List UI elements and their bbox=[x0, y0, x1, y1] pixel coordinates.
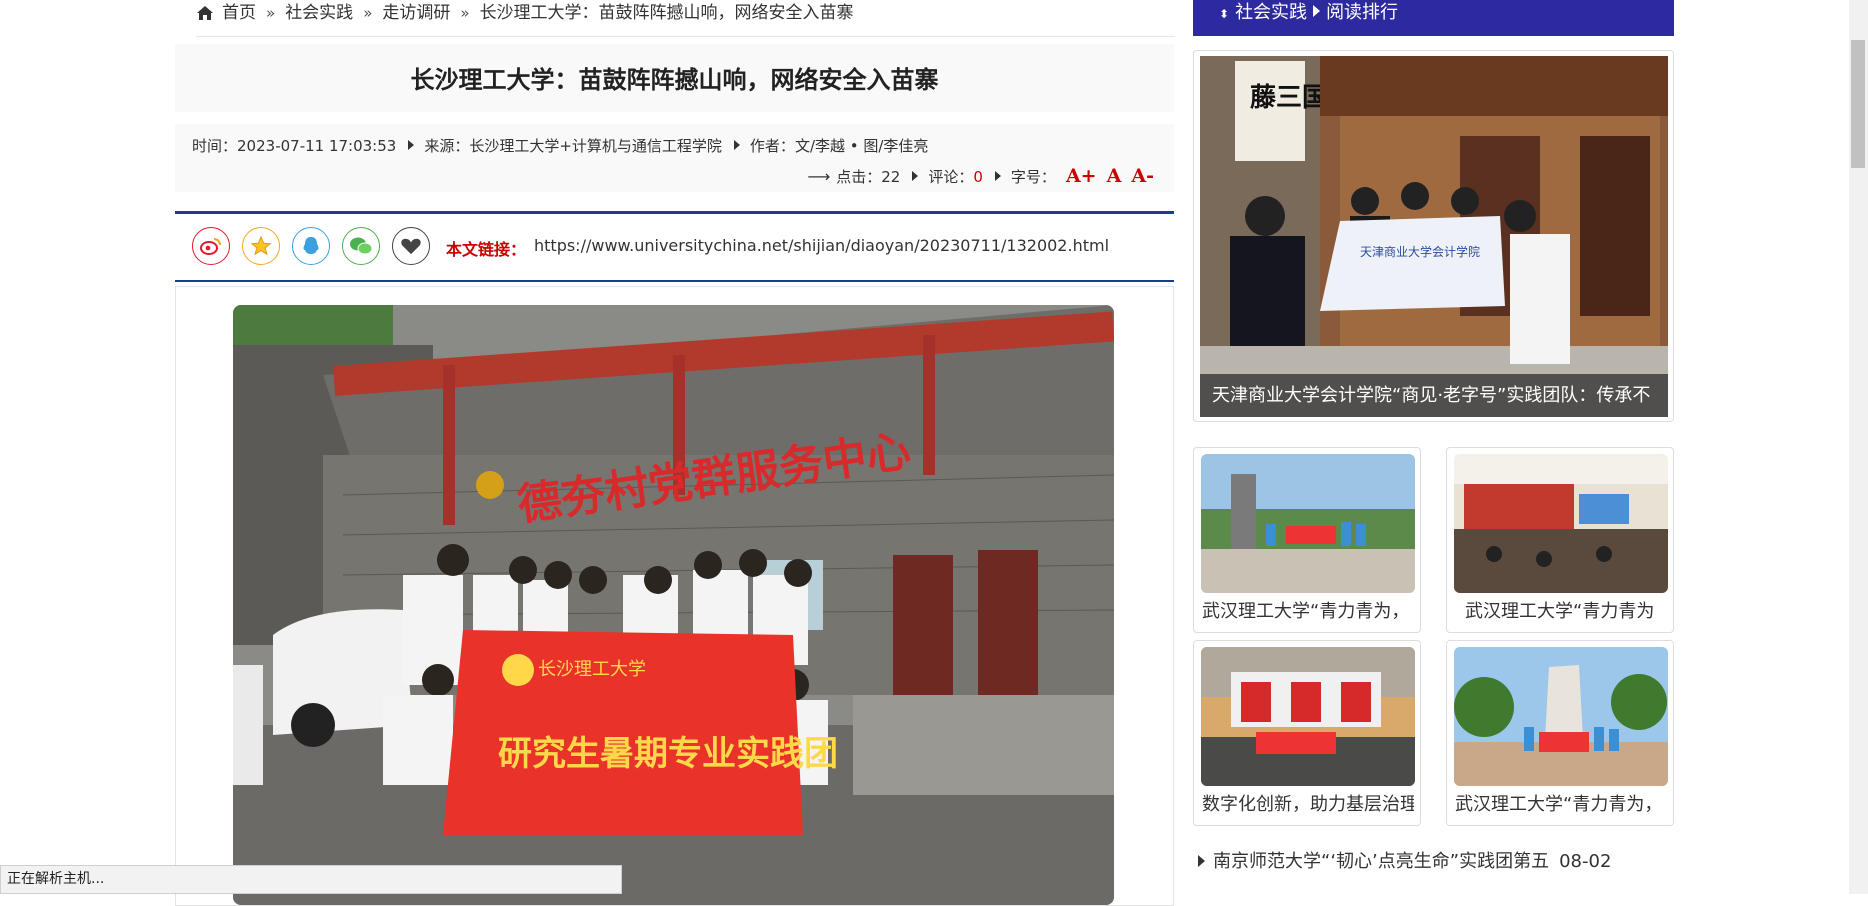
sidebar-header: ⬍ 社会实践 阅读排行 bbox=[1193, 0, 1674, 36]
source-label: 来源： bbox=[424, 137, 470, 155]
ranking-list-item[interactable]: 南京师范大学“‘韧心’点亮生命”实践团第五 08-02 bbox=[1198, 846, 1674, 878]
banner-text: 研究生暑期专业实践团 bbox=[498, 734, 838, 774]
scrollbar-thumb[interactable] bbox=[1851, 40, 1865, 168]
clicks-count: 22 bbox=[881, 168, 901, 186]
ranking-item-title[interactable]: 南京师范大学“‘韧心’点亮生命”实践团第五 bbox=[1213, 851, 1549, 872]
breadcrumb-home-link[interactable]: 首页 bbox=[222, 0, 256, 26]
news-card-thumbnail[interactable] bbox=[1201, 454, 1415, 593]
triangle-icon bbox=[994, 171, 1001, 181]
news-card-caption[interactable]: 武汉理工大学“青力青为 bbox=[1455, 594, 1677, 630]
article-link-url[interactable]: https://www.universitychina.net/shijian/… bbox=[534, 236, 1109, 255]
font-size-label: 字号： bbox=[1010, 168, 1056, 186]
clicks-label: 点击： bbox=[836, 168, 882, 186]
breadcrumb-separator: » bbox=[460, 4, 470, 22]
triangle-icon bbox=[912, 171, 919, 181]
breadcrumb-separator: » bbox=[266, 4, 276, 22]
comments-label: 评论： bbox=[928, 168, 974, 186]
qq-icon[interactable] bbox=[292, 227, 330, 265]
favorite-star-icon[interactable] bbox=[242, 227, 280, 265]
time-label: 时间： bbox=[192, 137, 238, 155]
svg-text:天津商业大学会计学院: 天津商业大学会计学院 bbox=[1360, 244, 1480, 259]
sidebar-header-ranking[interactable]: 阅读排行 bbox=[1326, 2, 1398, 23]
featured-caption[interactable]: 天津商业大学会计学院“商见·老字号”实践团队：传承不 bbox=[1200, 374, 1668, 417]
ranking-item-date: 08-02 bbox=[1559, 851, 1612, 872]
triangle-icon bbox=[1313, 5, 1321, 17]
breadcrumb-level1-link[interactable]: 社会实践 bbox=[285, 0, 353, 26]
breadcrumb: 首页 » 社会实践 » 走访调研 » 长沙理工大学：苗鼓阵阵撼山响，网络安全入苗寨 bbox=[196, 0, 1175, 37]
weibo-icon[interactable] bbox=[192, 227, 230, 265]
sidebar-header-category[interactable]: 社会实践 bbox=[1235, 2, 1307, 23]
comments-count[interactable]: 0 bbox=[973, 168, 983, 186]
share-bar: 本文链接： https://www.universitychina.net/sh… bbox=[175, 211, 1174, 282]
font-normal-button[interactable]: A bbox=[1107, 165, 1122, 187]
triangle-icon bbox=[408, 140, 415, 150]
home-icon[interactable] bbox=[196, 0, 214, 21]
news-card[interactable]: 武汉理工大学“青力青为， bbox=[1193, 447, 1421, 633]
triangle-icon bbox=[733, 140, 740, 150]
article-title: 长沙理工大学：苗鼓阵阵撼山响，网络安全入苗寨 bbox=[175, 44, 1174, 112]
browser-status-bar: 正在解析主机... bbox=[0, 865, 622, 894]
author-label: 作者： bbox=[749, 137, 795, 155]
news-card-thumbnail[interactable] bbox=[1454, 454, 1668, 593]
banner-school-text: 长沙理工大学 bbox=[538, 659, 646, 680]
publish-time: 2023-07-11 17:03:53 bbox=[237, 137, 397, 155]
triangle-icon bbox=[1198, 855, 1205, 867]
breadcrumb-separator: » bbox=[363, 4, 373, 22]
article-meta: 时间：2023-07-11 17:03:53 来源：长沙理工大学+计算机与通信工程… bbox=[175, 124, 1174, 192]
article-link-label: 本文链接： bbox=[446, 240, 527, 259]
news-card-caption[interactable]: 数字化创新，助力基层治理 bbox=[1202, 787, 1414, 823]
news-card[interactable]: 武汉理工大学“青力青为 bbox=[1446, 447, 1674, 633]
news-card-thumbnail[interactable] bbox=[1454, 647, 1668, 786]
shop-sign-text: 藤三国 bbox=[1250, 83, 1328, 113]
article-main-photo: 德夯村党群服务中心 长沙理工大学 研究生暑期专业实践团 bbox=[233, 305, 1114, 905]
sort-icon: ⬍ bbox=[1219, 7, 1230, 21]
font-smaller-button[interactable]: A- bbox=[1131, 165, 1154, 187]
wechat-icon[interactable] bbox=[342, 227, 380, 265]
breadcrumb-current: 长沙理工大学：苗鼓阵阵撼山响，网络安全入苗寨 bbox=[479, 3, 854, 23]
arrow-right-icon: ⟶ bbox=[807, 167, 831, 186]
news-card[interactable]: 武汉理工大学“青力青为， bbox=[1446, 640, 1674, 826]
author-value: 文/李越 • 图/李佳亮 bbox=[794, 137, 929, 155]
news-card[interactable]: 数字化创新，助力基层治理 bbox=[1193, 640, 1421, 826]
breadcrumb-level2-link[interactable]: 走访调研 bbox=[382, 0, 450, 26]
news-card-caption[interactable]: 武汉理工大学“青力青为， bbox=[1202, 594, 1414, 630]
heart-icon[interactable] bbox=[392, 227, 430, 265]
source-value: 长沙理工大学+计算机与通信工程学院 bbox=[469, 137, 722, 155]
news-card-thumbnail[interactable] bbox=[1201, 647, 1415, 786]
news-card-caption[interactable]: 武汉理工大学“青力青为， bbox=[1455, 787, 1667, 823]
font-larger-button[interactable]: A+ bbox=[1066, 165, 1097, 187]
featured-photo[interactable]: 藤三国 天津商业大学会计学院 bbox=[1200, 56, 1668, 417]
